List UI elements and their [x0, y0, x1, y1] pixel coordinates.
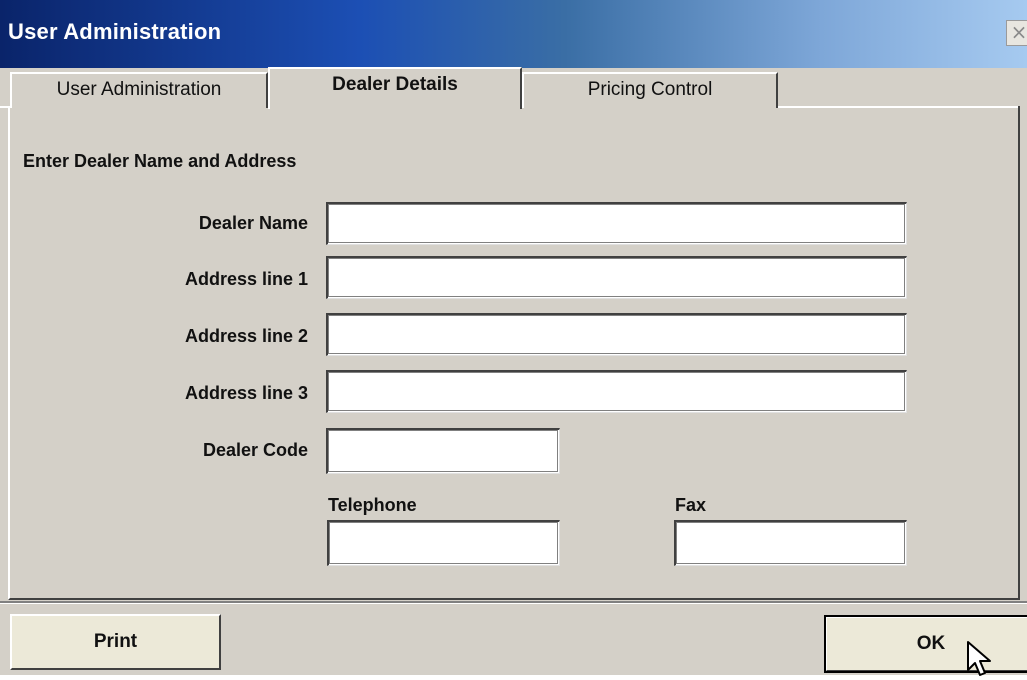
tab-dealer-details[interactable]: Dealer Details [268, 67, 522, 109]
address-line-1-field[interactable] [326, 256, 907, 299]
window-title: User Administration [8, 19, 222, 44]
fax-label: Fax [675, 495, 707, 515]
dealer-code-field[interactable] [326, 428, 560, 474]
tab-pricing-control[interactable]: Pricing Control [522, 72, 778, 108]
user-administration-window: User Administration × User Administratio… [0, 0, 1027, 676]
ok-button[interactable]: OK [824, 615, 1027, 673]
close-button[interactable]: × [1006, 20, 1027, 46]
address-line-2-label: Address line 2 [184, 326, 308, 346]
mouse-pointer-icon [967, 641, 991, 676]
address-line-3-field[interactable] [326, 370, 907, 413]
footer-separator-highlight [0, 603, 1027, 604]
telephone-label: Telephone [328, 495, 417, 515]
dealer-code-label: Dealer Code [202, 440, 308, 460]
address-line-1-label: Address line 1 [184, 269, 308, 289]
dealer-name-field[interactable] [326, 202, 907, 245]
address-line-3-label: Address line 3 [184, 383, 308, 403]
close-icon: × [1010, 20, 1027, 44]
form-heading: Enter Dealer Name and Address [23, 151, 297, 171]
address-line-2-field[interactable] [326, 313, 907, 356]
print-button[interactable]: Print [10, 614, 221, 670]
telephone-field[interactable] [327, 520, 560, 566]
dealer-name-label: Dealer Name [198, 213, 308, 233]
title-bar: User Administration [0, 0, 1027, 68]
tab-user-administration[interactable]: User Administration [10, 72, 268, 108]
fax-field[interactable] [674, 520, 907, 566]
